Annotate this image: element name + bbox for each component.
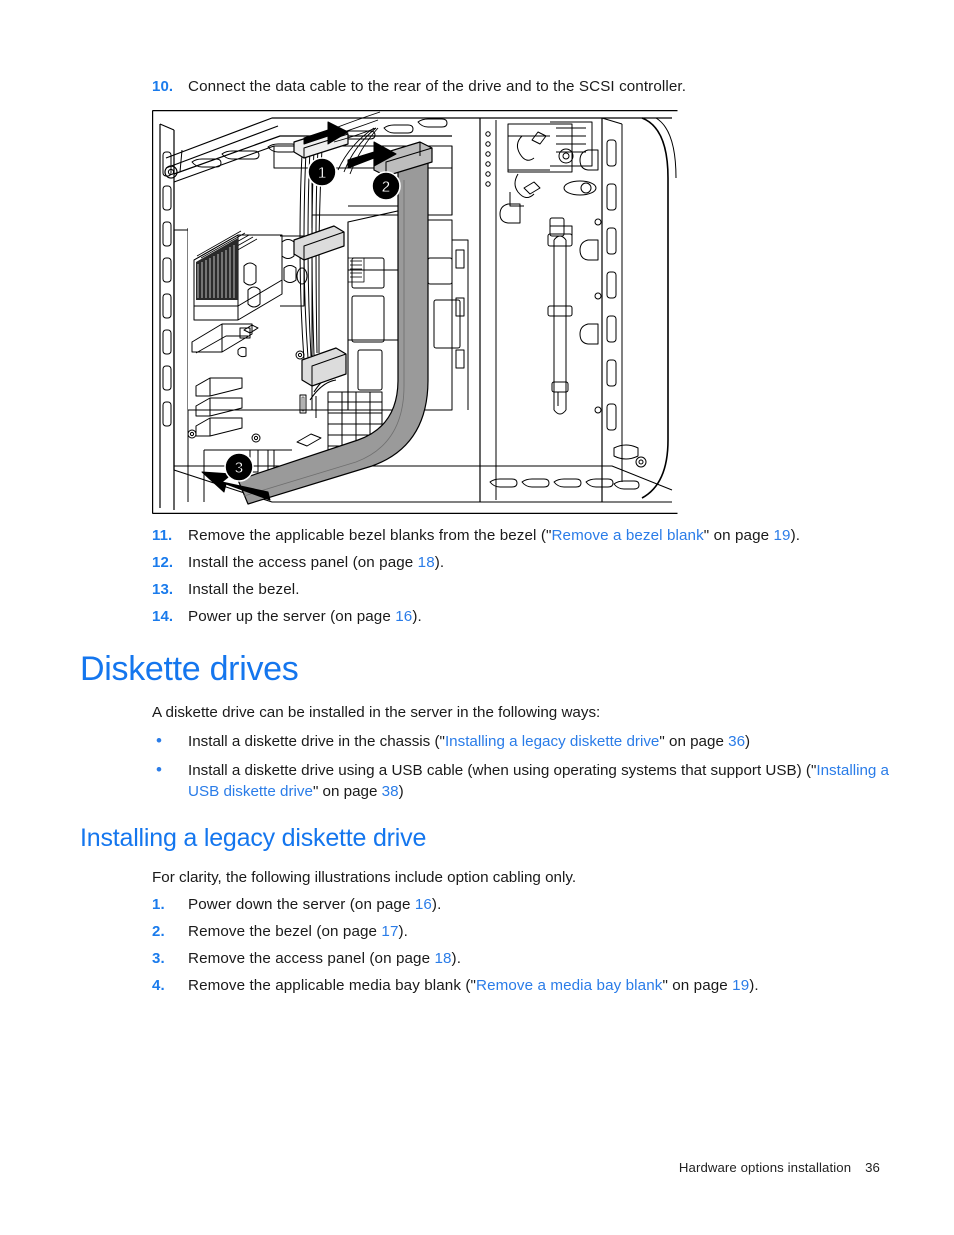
list-item-text: Install a diskette drive in the chassis … bbox=[188, 731, 892, 752]
page-title: Diskette drives bbox=[80, 650, 299, 688]
text-run: Connect the data cable to the rear of th… bbox=[188, 78, 687, 95]
bullet-icon: • bbox=[156, 731, 162, 750]
step-number: 11. bbox=[152, 527, 173, 544]
step-number: 3. bbox=[152, 950, 165, 967]
step-text: Install the bezel. bbox=[188, 579, 892, 600]
text-run: ). bbox=[749, 977, 759, 994]
step-text: Power up the server (on page 16). bbox=[188, 606, 892, 627]
step-item: 10. Connect the data cable to the rear o… bbox=[152, 76, 892, 97]
text-run: ). bbox=[790, 527, 801, 544]
step-number: 4. bbox=[152, 977, 165, 994]
list-item: • Install a diskette drive using a USB c… bbox=[152, 760, 892, 802]
document-page: 10. Connect the data cable to the rear o… bbox=[0, 0, 954, 1235]
cross-reference-link[interactable]: Remove a media bay blank bbox=[476, 977, 662, 994]
step-number: 10. bbox=[152, 78, 174, 95]
page-reference-link[interactable]: 18 bbox=[434, 950, 451, 967]
text-run: ). bbox=[451, 950, 462, 967]
text-run: Remove the access panel (on page bbox=[188, 950, 435, 967]
page-reference-link[interactable]: 38 bbox=[382, 783, 399, 800]
step-text: Connect the data cable to the rear of th… bbox=[188, 76, 892, 97]
step-number: 2. bbox=[152, 923, 165, 940]
page-footer: Hardware options installation 36 bbox=[679, 1160, 880, 1175]
section-intro-paragraph: A diskette drive can be installed in the… bbox=[152, 704, 601, 721]
step-item: 11. Remove the applicable bezel blanks f… bbox=[152, 525, 892, 546]
text-run: ) bbox=[745, 733, 751, 750]
footer-chapter-label: Hardware options installation bbox=[678, 1160, 852, 1175]
step-item: 14. Power up the server (on page 16). bbox=[152, 606, 892, 627]
text-run: Power down the server (on page bbox=[188, 896, 415, 913]
text-run: " on page bbox=[659, 733, 729, 750]
page-reference-link[interactable]: 36 bbox=[728, 733, 745, 750]
step-text: Remove the applicable media bay blank ("… bbox=[188, 975, 892, 996]
cross-reference-link[interactable]: Remove a bezel blank bbox=[551, 527, 703, 544]
page-reference-link[interactable]: 18 bbox=[418, 554, 435, 571]
text-run: Install the bezel. bbox=[188, 581, 300, 598]
scsi-data-cable-routing-illustration: 1 2 3 bbox=[152, 110, 678, 514]
text-run: " on page bbox=[312, 783, 382, 800]
text-run: ) bbox=[398, 783, 404, 800]
text-run: ). bbox=[398, 923, 408, 940]
list-item: • Install a diskette drive in the chassi… bbox=[152, 731, 892, 752]
page-reference-link[interactable]: 16 bbox=[395, 608, 412, 625]
step-number: 12. bbox=[152, 554, 174, 571]
bullet-icon: • bbox=[156, 760, 162, 779]
text-run: ). bbox=[434, 554, 445, 571]
step-item: 12. Install the access panel (on page 18… bbox=[152, 552, 892, 573]
svg-text:1: 1 bbox=[318, 165, 327, 182]
step-item: 3. Remove the access panel (on page 18). bbox=[152, 948, 892, 969]
svg-text:2: 2 bbox=[382, 179, 391, 196]
text-run: ). bbox=[431, 896, 442, 913]
text-run: ). bbox=[412, 608, 422, 625]
text-run: " on page bbox=[662, 977, 733, 994]
step-number: 1. bbox=[152, 896, 165, 913]
step-text: Power down the server (on page 16). bbox=[188, 894, 892, 915]
text-run: Remove the applicable media bay blank (" bbox=[188, 977, 476, 994]
page-reference-link[interactable]: 17 bbox=[381, 923, 398, 940]
step-item: 13. Install the bezel. bbox=[152, 579, 892, 600]
step-text: Remove the applicable bezel blanks from … bbox=[188, 525, 892, 546]
text-run: Install a diskette drive in the chassis … bbox=[188, 733, 445, 750]
step-text: Install the access panel (on page 18). bbox=[188, 552, 892, 573]
step-item: 1. Power down the server (on page 16). bbox=[152, 894, 892, 915]
subsection-title: Installing a legacy diskette drive bbox=[80, 824, 427, 852]
footer-page-number: 36 bbox=[865, 1160, 880, 1175]
page-reference-link[interactable]: 19 bbox=[774, 527, 791, 544]
text-run: Power up the server (on page bbox=[188, 608, 396, 625]
text-run: Install a diskette drive using a USB cab… bbox=[188, 762, 817, 779]
step-text: Remove the access panel (on page 18). bbox=[188, 948, 892, 969]
page-reference-link[interactable]: 16 bbox=[415, 896, 432, 913]
step-number: 14. bbox=[152, 608, 174, 625]
svg-text:3: 3 bbox=[235, 460, 244, 477]
text-run: Remove the bezel (on page bbox=[188, 923, 382, 940]
text-run: Remove the applicable bezel blanks from … bbox=[188, 527, 552, 544]
step-text: Remove the bezel (on page 17). bbox=[188, 921, 892, 942]
subsection-intro-paragraph: For clarity, the following illustrations… bbox=[152, 869, 577, 886]
step-item: 2. Remove the bezel (on page 17). bbox=[152, 921, 892, 942]
page-reference-link[interactable]: 19 bbox=[732, 977, 749, 994]
step-number: 13. bbox=[152, 581, 174, 598]
text-run: Install the access panel (on page bbox=[188, 554, 418, 571]
step-item: 4. Remove the applicable media bay blank… bbox=[152, 975, 892, 996]
cross-reference-link[interactable]: Installing a legacy diskette drive bbox=[445, 733, 659, 750]
text-run: " on page bbox=[703, 527, 774, 544]
list-item-text: Install a diskette drive using a USB cab… bbox=[188, 760, 892, 802]
